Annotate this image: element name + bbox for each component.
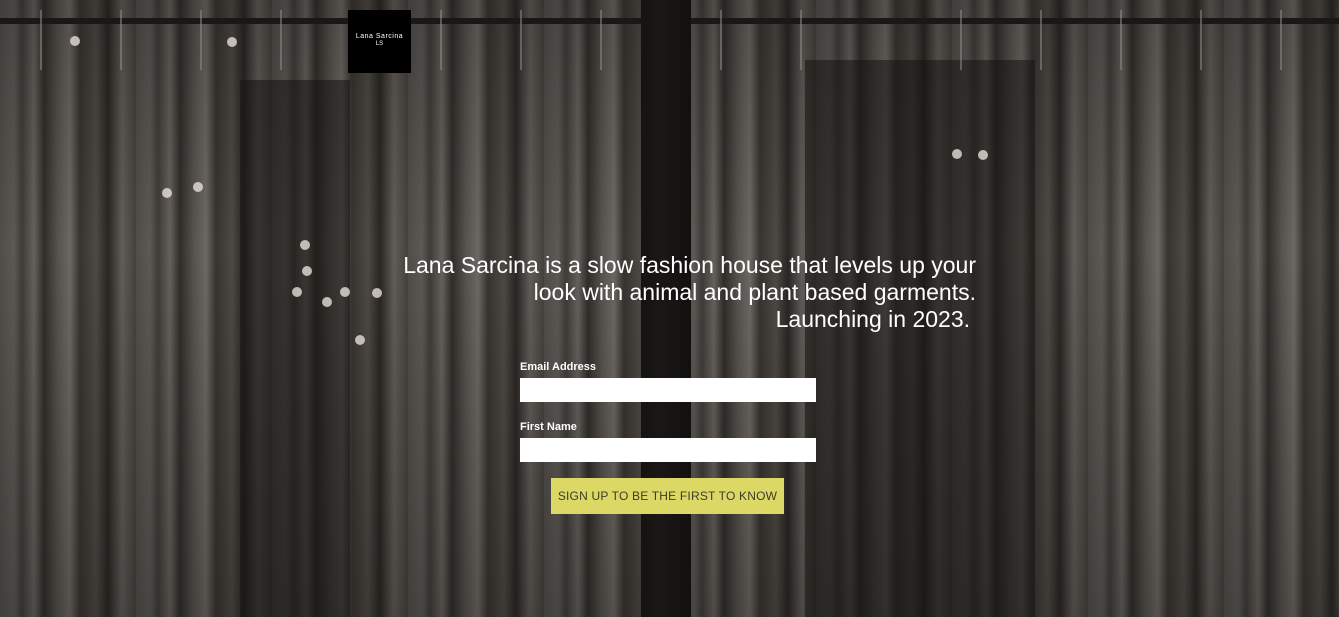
light-bokeh (302, 266, 312, 276)
logo-monogram: LS (375, 41, 384, 47)
light-bokeh (227, 37, 237, 47)
brand-logo[interactable]: Lana Sarcina LS (348, 10, 411, 73)
signup-button[interactable]: SIGN UP TO BE THE FIRST TO KNOW (551, 478, 784, 514)
tagline-line: look with animal and plant based garment… (533, 279, 976, 305)
email-field[interactable] (520, 378, 816, 402)
first-name-label: First Name (520, 421, 577, 433)
light-bokeh (292, 287, 302, 297)
light-bokeh (70, 36, 80, 46)
first-name-field[interactable] (520, 438, 816, 462)
light-bokeh (978, 150, 988, 160)
light-bokeh (952, 149, 962, 159)
tagline-line: Launching in 2023. (775, 306, 970, 332)
light-bokeh (162, 188, 172, 198)
landing-page: Lana Sarcina LS Lana Sarcina is a slow f… (0, 0, 1339, 617)
tagline-line: Lana Sarcina is a slow fashion house tha… (403, 252, 976, 278)
signup-form: Email Address First Name (520, 360, 816, 480)
email-label: Email Address (520, 361, 597, 373)
hero-tagline: Lana Sarcina is a slow fashion house tha… (330, 252, 976, 333)
light-bokeh (300, 240, 310, 250)
light-bokeh (355, 335, 365, 345)
logo-wordmark: Lana Sarcina (355, 33, 404, 40)
light-bokeh (193, 182, 203, 192)
